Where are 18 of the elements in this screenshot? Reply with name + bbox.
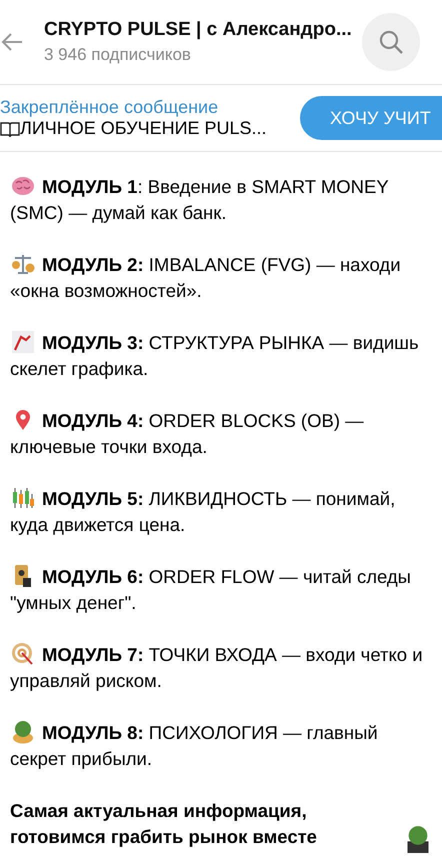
channel-title: CRYPTO PULSE | с Александро... bbox=[44, 19, 353, 41]
candles-icon bbox=[10, 486, 36, 510]
module-line: МОДУЛЬ 3: СТРУКТУРА РЫНКА — видишь скелет графика. bbox=[10, 330, 420, 381]
brain-icon bbox=[10, 174, 36, 198]
module-line: МОДУЛЬ 8: ПСИХОЛОГИЯ — главный секрет прибыли. bbox=[10, 720, 379, 771]
closing-text: Самая актуальная информация, готовимся грабить рынок вместе bbox=[10, 799, 318, 849]
search-icon bbox=[378, 29, 404, 55]
module-line: МОДУЛЬ 5: ЛИКВИДНОСТЬ — понимай, куда движется цена. bbox=[10, 486, 396, 537]
subscriber-count: 3 946 подписчиков bbox=[44, 45, 192, 65]
module-line: МОДУЛЬ 7: ТОЧКИ ВХОДА — входи четко и управляй риском. bbox=[10, 642, 424, 693]
module-line: МОДУЛЬ 2: IMBALANCE (FVG) — находи «окна возможностей». bbox=[10, 252, 402, 303]
module-line: МОДУЛЬ 6: ORDER FLOW — читай следы "умных денег". bbox=[10, 564, 412, 615]
pinned-label: Закреплённое сообщение bbox=[0, 97, 220, 118]
module-line: МОДУЛЬ 4: ORDER BLOCKS (OB) — ключевые точки входа. bbox=[10, 408, 365, 459]
module-line: МОДУЛЬ 1: Введение в SMART MONEY (SMC) — думай как банк. bbox=[10, 174, 390, 225]
pinned-message-text[interactable]: ЛИЧНОЕ ОБУЧЕНИЕ PULS... bbox=[20, 118, 267, 139]
chart-icon bbox=[10, 330, 36, 354]
scales-icon bbox=[10, 252, 36, 276]
